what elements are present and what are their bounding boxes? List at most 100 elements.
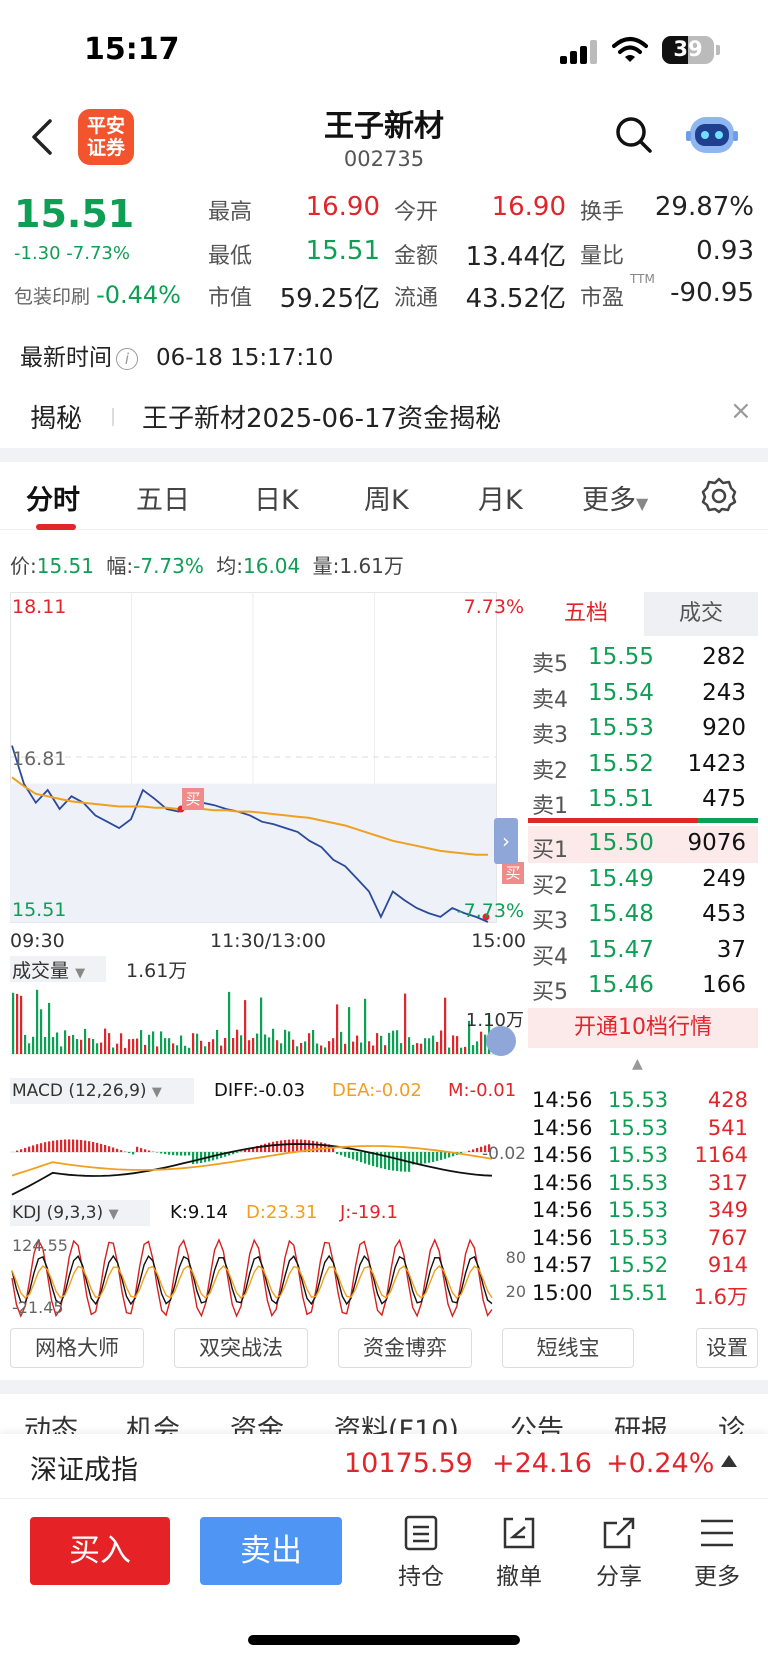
share-button[interactable]: 分享 bbox=[584, 1513, 654, 1591]
volume-bar bbox=[356, 1035, 359, 1054]
ai-assistant-icon[interactable] bbox=[684, 109, 740, 161]
subtab-profile[interactable]: 资料(F10) bbox=[334, 1408, 459, 1434]
buy-marker[interactable]: 买 bbox=[182, 788, 204, 810]
trade-tick-row: 14:57 15.52 914 bbox=[528, 1251, 758, 1279]
short-term-button[interactable]: 短线宝 bbox=[502, 1328, 634, 1368]
subtab-opportunity[interactable]: 机会 bbox=[126, 1408, 180, 1434]
tab-daily-k[interactable]: 日K bbox=[254, 478, 299, 517]
high-label: 最高 bbox=[208, 200, 253, 225]
volume-bar bbox=[188, 1047, 191, 1054]
subtab-diagnosis[interactable]: 诊股 bbox=[718, 1408, 768, 1434]
low-label: 最低 bbox=[208, 244, 253, 269]
macd-diff: DIFF:-0.03 bbox=[214, 1080, 306, 1101]
bid-row[interactable]: 买5 15.46 166 bbox=[528, 968, 758, 1005]
tab-five-day[interactable]: 五日 bbox=[136, 478, 190, 517]
trade-tick-row: 14:56 15.53 349 bbox=[528, 1196, 758, 1224]
trade-tick-row: 14:56 15.53 541 bbox=[528, 1114, 758, 1142]
bid-row[interactable]: 买4 15.47 37 bbox=[528, 933, 758, 970]
search-icon[interactable] bbox=[614, 115, 654, 155]
macd-label: MACD (12,26,9) bbox=[12, 1081, 147, 1101]
tab-intraday[interactable]: 分时 bbox=[26, 478, 80, 517]
volume-bar bbox=[336, 1004, 339, 1054]
section-divider bbox=[0, 448, 768, 462]
grid-master-button[interactable]: 网格大师 bbox=[10, 1328, 144, 1368]
buy-marker-2[interactable]: 买 bbox=[502, 862, 524, 884]
macd-histogram-bar bbox=[440, 1152, 443, 1160]
open-level10-button[interactable]: 开通10档行情 bbox=[528, 1008, 758, 1048]
macd-histogram-bar bbox=[392, 1152, 395, 1171]
volume-bar bbox=[448, 1047, 451, 1054]
volume-bar bbox=[280, 1043, 283, 1054]
index-pct: +0.24% bbox=[606, 1448, 715, 1479]
tab-more[interactable]: 更多▼ bbox=[582, 478, 648, 517]
macd-indicator-select[interactable]: MACD (12,26,9) ▼ bbox=[10, 1078, 194, 1104]
index-ticker[interactable]: 深证成指 10175.59 +24.16 +0.24% bbox=[0, 1434, 768, 1498]
ask-label: 卖3 bbox=[532, 723, 568, 748]
volume-bar bbox=[16, 993, 19, 1054]
pct-bottom-label: -7.73% bbox=[456, 900, 524, 922]
ask-row[interactable]: 卖5 15.55 282 bbox=[528, 640, 758, 677]
tick-time: 14:56 bbox=[532, 1115, 593, 1140]
ask-label: 卖1 bbox=[532, 794, 568, 819]
macd-histogram-bar bbox=[36, 1144, 39, 1152]
volume-bar bbox=[48, 1002, 51, 1054]
macd-histogram-bar bbox=[472, 1149, 475, 1152]
ask-row[interactable]: 卖3 15.53 920 bbox=[528, 711, 758, 748]
bid-label: 买2 bbox=[532, 873, 568, 899]
subtab-news[interactable]: 动态 bbox=[24, 1408, 78, 1434]
tab-monthly-k[interactable]: 月K bbox=[478, 478, 523, 517]
positions-button[interactable]: 持仓 bbox=[386, 1513, 456, 1591]
price-area-fill bbox=[10, 783, 496, 922]
sell-button[interactable]: 卖出 bbox=[200, 1517, 342, 1585]
battery-icon: 39 bbox=[662, 36, 720, 64]
intraday-chart[interactable]: 18.11 7.73% 16.81 15.51 -7.73% 09:30 11:… bbox=[10, 592, 528, 1322]
buy-button[interactable]: 买入 bbox=[30, 1517, 170, 1585]
volume-bar bbox=[52, 1037, 55, 1054]
price-change: -1.30 -7.73% bbox=[14, 243, 130, 264]
reveal-text[interactable]: 王子新材2025-06-17资金揭秘 bbox=[142, 398, 501, 435]
tab-trades[interactable]: 成交 bbox=[644, 592, 758, 636]
tab-five-levels[interactable]: 五档 bbox=[528, 592, 644, 636]
macd-histogram-bar bbox=[364, 1152, 367, 1164]
subtab-reports[interactable]: 研报 bbox=[614, 1408, 668, 1434]
volume-indicator-select[interactable]: 成交量 ▼ bbox=[10, 956, 106, 982]
caret-up-icon[interactable]: ▲ bbox=[632, 1056, 643, 1072]
ask-row[interactable]: 卖2 15.52 1423 bbox=[528, 747, 758, 784]
bid-row[interactable]: 买3 15.48 453 bbox=[528, 897, 758, 934]
ask-volume: 475 bbox=[702, 786, 746, 812]
industry[interactable]: 包装印刷 -0.44% bbox=[14, 281, 181, 309]
volume-bar bbox=[364, 998, 367, 1054]
volume-bar bbox=[56, 1032, 59, 1054]
subtab-capital[interactable]: 资金 bbox=[230, 1408, 284, 1434]
bid-row[interactable]: 买1 15.50 9076 bbox=[528, 826, 758, 863]
macd-histogram-bar bbox=[444, 1152, 447, 1159]
fund-reveal-banner[interactable]: 揭秘 王子新材2025-06-17资金揭秘 × bbox=[0, 382, 768, 446]
gear-icon[interactable] bbox=[700, 476, 738, 514]
subtab-announcements[interactable]: 公告 bbox=[510, 1408, 564, 1434]
kdj-indicator-select[interactable]: KDJ (9,3,3) ▼ bbox=[10, 1200, 150, 1226]
cancel-order-button[interactable]: 撤单 bbox=[484, 1513, 554, 1591]
settings-button[interactable]: 设置 bbox=[696, 1328, 758, 1368]
ask-row[interactable]: 卖1 15.51 475 bbox=[528, 782, 758, 819]
ask-row[interactable]: 卖4 15.54 243 bbox=[528, 676, 758, 713]
macd-histogram-bar bbox=[128, 1152, 131, 1153]
volume-bar bbox=[128, 1039, 131, 1054]
macd-histogram-bar bbox=[140, 1148, 143, 1152]
capital-game-button[interactable]: 资金博弈 bbox=[338, 1328, 472, 1368]
bid-price: 15.48 bbox=[588, 901, 654, 927]
macd-histogram-bar bbox=[432, 1152, 435, 1162]
tab-weekly-k[interactable]: 周K bbox=[364, 478, 409, 517]
tick-time: 14:56 bbox=[532, 1198, 593, 1222]
more-button[interactable]: 更多 bbox=[682, 1513, 752, 1591]
double-breakout-button[interactable]: 双突战法 bbox=[174, 1328, 308, 1368]
reveal-divider bbox=[112, 408, 114, 426]
bid-row[interactable]: 买2 15.49 249 bbox=[528, 862, 758, 899]
volume-bar bbox=[76, 1039, 79, 1054]
close-icon[interactable]: × bbox=[730, 396, 752, 426]
fullscreen-icon[interactable] bbox=[486, 1026, 516, 1056]
macd-histogram-bar bbox=[384, 1152, 387, 1170]
macd-histogram-bar bbox=[76, 1139, 79, 1152]
vol-label: 量: bbox=[312, 554, 340, 578]
info-icon[interactable]: i bbox=[116, 347, 138, 370]
expand-panel-icon[interactable]: › bbox=[494, 818, 518, 864]
